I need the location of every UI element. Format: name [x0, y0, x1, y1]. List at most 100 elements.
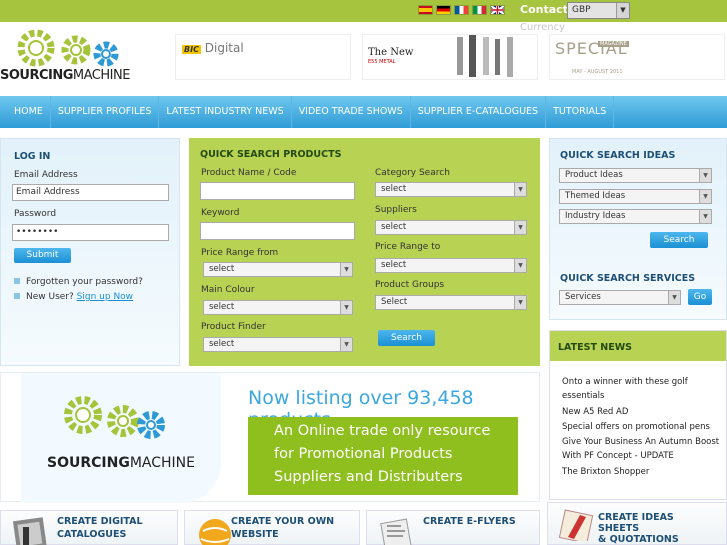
- keyword-label: Keyword: [201, 208, 240, 218]
- services-select[interactable]: Services ▼: [559, 290, 681, 305]
- category-select[interactable]: select ▼: [375, 182, 527, 197]
- tile-line: CREATE E-FLYERS: [423, 516, 516, 527]
- main-nav: HOME SUPPLIER PROFILES LATEST INDUSTRY N…: [0, 96, 727, 128]
- chevron-down-icon: ▼: [699, 190, 711, 203]
- main-colour-label: Main Colour: [201, 285, 255, 295]
- flag-gb-icon[interactable]: [490, 5, 505, 15]
- qss-title: QUICK SEARCH SERVICES: [560, 273, 696, 284]
- tile-line: CREATE YOUR OWN: [231, 516, 335, 527]
- globe-icon: [199, 519, 231, 545]
- price-to-value: select: [381, 260, 407, 270]
- product-finder-select[interactable]: select ▼: [203, 337, 353, 352]
- nav-home[interactable]: HOME: [0, 96, 51, 128]
- latest-news-header: LATEST NEWS: [550, 331, 726, 361]
- news-item[interactable]: Special offers on promotional pens: [562, 420, 727, 434]
- ad-new-metal[interactable]: The New E55 METAL: [362, 34, 538, 80]
- category-value: select: [381, 184, 407, 194]
- ad-special-magazine[interactable]: SPECIAL MAGAZINE MAY - AUGUST 2011: [549, 34, 725, 80]
- chevron-down-icon: ▼: [514, 259, 526, 272]
- ad-dates: MAY - AUGUST 2011: [572, 69, 623, 75]
- forgot-password-link[interactable]: Forgotten your password?: [14, 277, 143, 287]
- tile-line: WEBSITE: [231, 529, 279, 540]
- site-logo[interactable]: SOURCINGMACHINE: [0, 24, 142, 86]
- chevron-down-icon: ▼: [668, 291, 680, 304]
- chevron-down-icon: ▼: [514, 296, 526, 309]
- price-from-label: Price Range from: [201, 248, 279, 258]
- email-label: Email Address: [14, 170, 78, 180]
- tile-create-your-own-website[interactable]: CREATE YOUR OWN WEBSITE: [184, 510, 360, 545]
- gears-icon: [64, 396, 165, 439]
- tile-line: CREATE IDEAS: [598, 512, 674, 523]
- ad-bic-label: BIC Digital: [182, 41, 244, 55]
- chevron-down-icon: ▼: [340, 301, 352, 314]
- product-finder-value: select: [209, 339, 235, 349]
- banner-logo-sourcing: SOURCING: [47, 455, 130, 471]
- chevron-down-icon: ▼: [340, 263, 352, 276]
- flag-de-icon[interactable]: [436, 5, 451, 15]
- news-item[interactable]: Give Your Business An Autumn Boost With …: [562, 435, 727, 463]
- suppliers-select[interactable]: select ▼: [375, 220, 527, 235]
- email-field[interactable]: Email Address: [12, 184, 169, 201]
- ad-bic-digital[interactable]: BIC Digital: [175, 34, 351, 80]
- latest-news-panel: LATEST NEWS Onto a winner with these gol…: [549, 330, 727, 500]
- tile-create-digital-catalogues[interactable]: CREATE DIGITAL CATALOGUES: [0, 510, 178, 545]
- tile-line: CATALOGUES: [57, 529, 127, 540]
- nav-tutorials[interactable]: TUTORIALS: [546, 96, 615, 128]
- flag-fr-icon[interactable]: [454, 5, 469, 15]
- news-item[interactable]: New A5 Red AD: [562, 405, 727, 419]
- login-title: LOG IN: [14, 151, 51, 162]
- password-field[interactable]: ••••••••: [12, 224, 169, 241]
- price-to-select[interactable]: select ▼: [375, 258, 527, 273]
- nav-latest-industry-news[interactable]: LATEST INDUSTRY NEWS: [159, 96, 292, 128]
- search-products-button[interactable]: Search: [378, 330, 435, 346]
- flag-it-icon[interactable]: [472, 5, 487, 15]
- chevron-down-icon: ▼: [514, 183, 526, 196]
- flag-es-icon[interactable]: [418, 5, 433, 15]
- bic-brand: BIC: [182, 45, 201, 54]
- product-ideas-select[interactable]: Product Ideas ▼: [559, 168, 712, 183]
- price-from-select[interactable]: select ▼: [203, 262, 353, 277]
- contact-link[interactable]: Contact: [520, 3, 568, 16]
- currency-select[interactable]: GBP ▼: [567, 2, 630, 19]
- flyer-icon: [380, 518, 412, 545]
- submit-button[interactable]: Submit: [14, 248, 71, 263]
- chevron-down-icon: ▼: [699, 169, 711, 182]
- bic-text: Digital: [204, 41, 244, 55]
- chevron-down-icon: ▼: [340, 338, 352, 351]
- nav-supplier-e-catalogues[interactable]: SUPPLIER E-CATALOGUES: [411, 96, 547, 128]
- product-groups-value: Select: [381, 297, 408, 307]
- keyword-input[interactable]: [200, 222, 355, 240]
- main-colour-select[interactable]: select ▼: [203, 300, 353, 315]
- password-label: Password: [14, 209, 57, 219]
- tile-title: CREATE IDEAS SHEETS & QUOTATIONS: [598, 512, 679, 545]
- product-groups-label: Product Groups: [375, 280, 445, 290]
- product-finder-label: Product Finder: [201, 322, 266, 332]
- qsp-title: QUICK SEARCH PRODUCTS: [200, 149, 342, 160]
- product-name-input[interactable]: [200, 182, 355, 200]
- forgot-text: Forgotten your password?: [26, 277, 143, 287]
- signup-link[interactable]: Sign up Now: [77, 292, 133, 302]
- main-colour-value: select: [209, 302, 235, 312]
- tile-title: CREATE DIGITAL CATALOGUES: [57, 515, 143, 541]
- currency-ghost-label: Currency: [520, 22, 566, 33]
- bullet-icon: [14, 293, 20, 299]
- tile-create-e-flyers[interactable]: CREATE E-FLYERS: [366, 510, 540, 545]
- news-item[interactable]: The Brixton Shopper: [562, 465, 727, 479]
- news-item[interactable]: Onto a winner with these golf essentials: [562, 375, 727, 403]
- tile-line: & QUOTATIONS: [598, 534, 679, 545]
- tile-title: CREATE YOUR OWN WEBSITE: [231, 515, 334, 541]
- tile-create-ideas-sheets[interactable]: CREATE IDEAS SHEETS & QUOTATIONS: [547, 502, 727, 545]
- nav-video-trade-shows[interactable]: VIDEO TRADE SHOWS: [292, 96, 411, 128]
- nav-supplier-profiles[interactable]: SUPPLIER PROFILES: [51, 96, 160, 128]
- new-user-row: New User? Sign up Now: [14, 292, 133, 302]
- product-ideas-value: Product Ideas: [565, 170, 623, 180]
- themed-ideas-select[interactable]: Themed Ideas ▼: [559, 189, 712, 204]
- quick-search-ideas-panel: QUICK SEARCH IDEAS Product Ideas ▼ Themed…: [549, 138, 727, 320]
- banner-line-3: Suppliers and Distributers: [274, 469, 463, 485]
- banner-logo: SOURCINGMACHINE: [21, 373, 221, 503]
- search-ideas-button[interactable]: Search: [650, 232, 708, 248]
- ideas-sheet-icon: [558, 509, 594, 541]
- industry-ideas-select[interactable]: Industry Ideas ▼: [559, 209, 712, 224]
- product-groups-select[interactable]: Select ▼: [375, 295, 527, 310]
- go-button[interactable]: Go: [688, 289, 712, 305]
